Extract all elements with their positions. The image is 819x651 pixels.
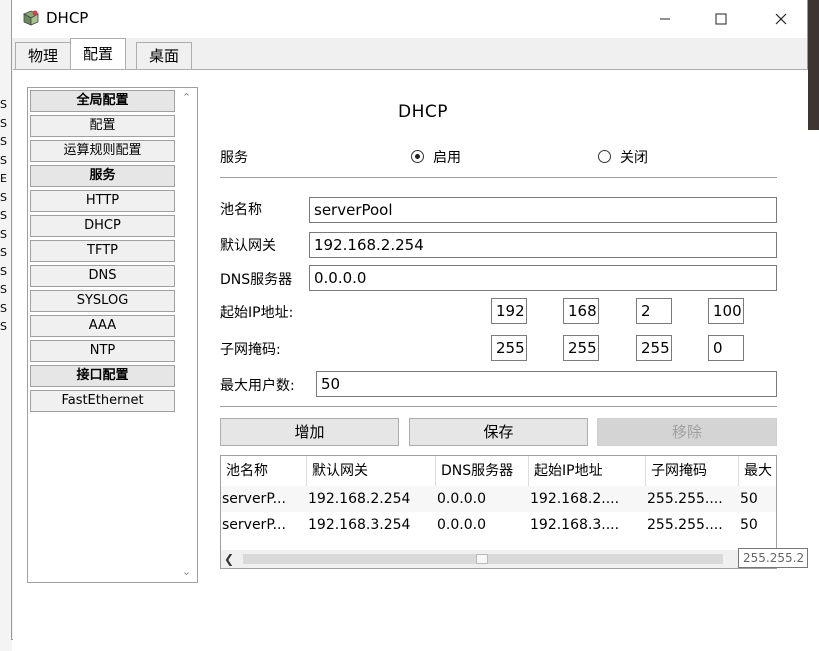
- gateway-input[interactable]: 192.168.2.254: [309, 232, 777, 258]
- sidebar-item-settings[interactable]: 配置: [30, 115, 175, 137]
- close-button[interactable]: [758, 0, 804, 38]
- service-label: 服务: [220, 150, 248, 166]
- column-header[interactable]: 子网掩码: [646, 456, 739, 486]
- table-cell: serverP...: [222, 491, 286, 507]
- column-header[interactable]: 起始IP地址: [529, 456, 646, 486]
- table-row[interactable]: serverP... 192.168.3.254 0.0.0.0 192.168…: [221, 512, 776, 538]
- scroll-up-icon[interactable]: ⌃: [176, 88, 197, 108]
- start-ip-octet-2[interactable]: 168: [563, 298, 599, 324]
- column-header[interactable]: DNS服务器: [436, 456, 529, 486]
- table-cell: 0.0.0.0: [437, 517, 486, 533]
- table-header: 池名称 默认网关 DNS服务器 起始IP地址 子网掩码 最大: [221, 456, 776, 487]
- table-row[interactable]: serverP... 192.168.2.254 0.0.0.0 192.168…: [221, 486, 776, 512]
- gateway-label: 默认网关: [220, 238, 276, 254]
- tab-desktop[interactable]: 桌面: [136, 42, 193, 69]
- mask-octet-3[interactable]: 255: [636, 335, 672, 361]
- sidebar-list: 全局配置 配置 运算规则配置 服务 HTTP DHCP TFTP DNS SYS…: [30, 90, 175, 415]
- table-cell: 255.255....: [647, 517, 723, 533]
- table-cell: 50: [740, 517, 758, 533]
- sidebar-item-dhcp[interactable]: DHCP: [30, 215, 175, 237]
- start-ip-octet-4[interactable]: 100: [708, 298, 744, 324]
- form-title: DHCP: [398, 102, 448, 122]
- max-users-label: 最大用户数:: [220, 378, 295, 394]
- dhcp-window: DHCP 物理 配置 桌面 全局配置 配置 运算规则配置 服务 HTTP DHC…: [11, 0, 808, 640]
- close-icon: [775, 13, 787, 25]
- sidebar-header-interface[interactable]: 接口配置: [30, 365, 175, 387]
- maximize-button[interactable]: [698, 0, 744, 38]
- server-app-icon: [23, 10, 39, 26]
- maximize-icon: [715, 13, 727, 25]
- sidebar-item-algorithm-settings[interactable]: 运算规则配置: [30, 140, 175, 162]
- start-ip-octet-3[interactable]: 2: [636, 298, 672, 324]
- max-users-input[interactable]: 50: [316, 371, 777, 397]
- mask-octet-4[interactable]: 0: [708, 335, 744, 361]
- config-content: 全局配置 配置 运算规则配置 服务 HTTP DHCP TFTP DNS SYS…: [13, 69, 808, 640]
- desktop-background-right-image: [808, 0, 819, 130]
- service-off-label[interactable]: 关闭: [620, 147, 648, 167]
- cell-tooltip: 255.255.2: [738, 548, 808, 568]
- table-horizontal-scrollbar[interactable]: ❮: [221, 550, 776, 568]
- remove-button[interactable]: 移除: [597, 418, 777, 446]
- service-on-label[interactable]: 启用: [433, 147, 461, 167]
- table-cell: serverP...: [222, 517, 286, 533]
- minimize-button[interactable]: [642, 0, 688, 38]
- column-header[interactable]: 池名称: [221, 456, 307, 486]
- sidebar-header-global[interactable]: 全局配置: [30, 90, 175, 112]
- tab-config[interactable]: 配置: [70, 38, 127, 70]
- dns-label: DNS服务器: [220, 272, 293, 288]
- tab-bar: 物理 配置 桌面: [12, 38, 807, 70]
- title-bar[interactable]: DHCP: [12, 0, 807, 38]
- tab-physical[interactable]: 物理: [15, 42, 72, 69]
- sidebar-item-tftp[interactable]: TFTP: [30, 240, 175, 262]
- table-cell: 192.168.3.254: [308, 517, 411, 533]
- column-header[interactable]: 默认网关: [307, 456, 436, 486]
- table-cell: 50: [740, 491, 758, 507]
- table-cell: 192.168.2....: [530, 491, 620, 507]
- sidebar-item-fastethernet[interactable]: FastEthernet: [30, 390, 175, 412]
- table-cell: 192.168.3....: [530, 517, 620, 533]
- mask-octet-2[interactable]: 255: [563, 335, 599, 361]
- mask-label: 子网掩码:: [220, 342, 281, 358]
- dns-input[interactable]: 0.0.0.0: [309, 265, 777, 291]
- column-header[interactable]: 最大: [739, 456, 776, 486]
- pool-name-input[interactable]: serverPool: [309, 197, 777, 223]
- window-title: DHCP: [46, 9, 89, 27]
- sidebar-item-dns[interactable]: DNS: [30, 265, 175, 287]
- pool-name-label: 池名称: [220, 202, 262, 218]
- sidebar-item-http[interactable]: HTTP: [30, 190, 175, 212]
- sidebar-item-syslog[interactable]: SYSLOG: [30, 290, 175, 312]
- sidebar-item-aaa[interactable]: AAA: [30, 315, 175, 337]
- table-cell: 192.168.2.254: [308, 491, 411, 507]
- scrollbar-thumb[interactable]: [476, 554, 488, 564]
- service-on-radio[interactable]: [411, 150, 424, 163]
- sidebar-item-ntp[interactable]: NTP: [30, 340, 175, 362]
- service-off-radio[interactable]: [598, 150, 611, 163]
- divider: [220, 177, 777, 178]
- pool-table: 池名称 默认网关 DNS服务器 起始IP地址 子网掩码 最大 serverP..…: [220, 455, 777, 569]
- table-cell: 0.0.0.0: [437, 491, 486, 507]
- sidebar-scrollbar[interactable]: ⌃ ⌄: [176, 88, 197, 582]
- table-cell: 255.255....: [647, 491, 723, 507]
- sidebar-header-services[interactable]: 服务: [30, 165, 175, 187]
- scroll-left-icon[interactable]: ❮: [224, 550, 234, 568]
- mask-octet-1[interactable]: 255: [491, 335, 527, 361]
- minimize-icon: [660, 18, 670, 20]
- start-ip-label: 起始IP地址:: [220, 305, 294, 321]
- save-button[interactable]: 保存: [409, 418, 588, 446]
- start-ip-octet-1[interactable]: 192: [491, 298, 527, 324]
- add-button[interactable]: 增加: [220, 418, 399, 446]
- scroll-down-icon[interactable]: ⌄: [176, 562, 197, 582]
- divider: [220, 406, 777, 407]
- sidebar: 全局配置 配置 运算规则配置 服务 HTTP DHCP TFTP DNS SYS…: [27, 87, 198, 583]
